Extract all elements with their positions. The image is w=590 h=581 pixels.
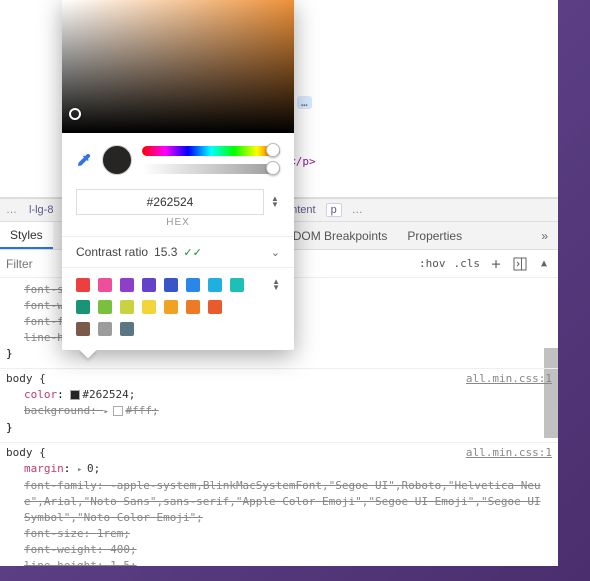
palette-swatch[interactable]: [76, 322, 90, 336]
palette-swatch[interactable]: [164, 278, 178, 292]
chevron-down-icon[interactable]: ⌄: [271, 246, 280, 259]
sidebar-toggle-icon[interactable]: [512, 256, 528, 272]
css-property[interactable]: font-family: [24, 479, 97, 492]
cls-button[interactable]: .cls: [454, 257, 481, 270]
alpha-thumb[interactable]: [266, 161, 280, 175]
css-property[interactable]: margin: [24, 462, 64, 475]
palette-swatch[interactable]: [76, 300, 90, 314]
expand-icon[interactable]: ▸: [77, 462, 87, 478]
color-picker: ▲▼ HEX Contrast ratio 15.3 ✓✓ ⌄ ▲▼: [62, 0, 294, 350]
palette-swatch[interactable]: [98, 322, 112, 336]
expand-icon[interactable]: ▸: [103, 404, 113, 420]
css-property[interactable]: font-size: [24, 527, 84, 540]
breadcrumb-more-right[interactable]: …: [346, 204, 369, 216]
palette-swatch[interactable]: [76, 278, 90, 292]
selected-indicator: …: [297, 96, 312, 109]
new-rule-button[interactable]: +: [488, 256, 504, 272]
current-color-swatch: [102, 145, 132, 175]
css-property[interactable]: color: [24, 388, 57, 401]
palette-swatch[interactable]: [98, 278, 112, 292]
hue-slider[interactable]: [142, 146, 280, 156]
saturation-cursor[interactable]: [69, 108, 81, 120]
css-rule: all.min.css:1 body { margin: ▸0; font-fa…: [0, 443, 558, 566]
palette-swatch[interactable]: [208, 300, 222, 314]
palette-swatch[interactable]: [120, 278, 134, 292]
color-palette: ▲▼: [62, 267, 294, 350]
palette-swatch[interactable]: [142, 300, 156, 314]
palette-swatch[interactable]: [142, 278, 156, 292]
hov-button[interactable]: :hov: [419, 257, 446, 270]
palette-swatch[interactable]: [230, 278, 244, 292]
tab-styles[interactable]: Styles: [0, 222, 53, 249]
hue-thumb[interactable]: [266, 143, 280, 157]
alpha-slider[interactable]: [142, 164, 280, 174]
tab-dom-breakpoints[interactable]: DOM Breakpoints: [283, 222, 398, 249]
css-value[interactable]: 0;: [87, 462, 100, 475]
palette-swatch[interactable]: [186, 300, 200, 314]
css-value[interactable]: 400;: [110, 543, 137, 556]
breadcrumb-current[interactable]: p: [326, 203, 342, 217]
css-value[interactable]: 1rem;: [97, 527, 130, 540]
palette-swatch[interactable]: [120, 322, 134, 336]
css-value[interactable]: -apple-system,BlinkMacSystemFont,"Segoe …: [24, 479, 541, 524]
contrast-row[interactable]: Contrast ratio 15.3 ✓✓ ⌄: [62, 236, 294, 267]
palette-swatch[interactable]: [208, 278, 222, 292]
breadcrumb-more-left[interactable]: …: [0, 204, 23, 216]
breadcrumb-item[interactable]: l-lg-8: [23, 204, 59, 216]
css-property[interactable]: font-weight: [24, 543, 97, 556]
css-rule: all.min.css:1 body { color: #262524; bac…: [0, 369, 558, 443]
palette-swatch[interactable]: [98, 300, 112, 314]
hex-label: HEX: [62, 217, 294, 236]
hex-input[interactable]: [76, 189, 264, 215]
source-link[interactable]: all.min.css:1: [466, 371, 552, 387]
saturation-area[interactable]: [62, 0, 294, 133]
format-switcher[interactable]: ▲▼: [270, 196, 280, 208]
color-swatch[interactable]: [70, 390, 80, 400]
contrast-pass-icon: ✓✓: [183, 246, 201, 259]
css-property[interactable]: line-height: [24, 559, 97, 566]
tab-properties[interactable]: Properties: [397, 222, 472, 249]
source-link[interactable]: all.min.css:1: [466, 445, 552, 461]
eyedropper-icon[interactable]: [76, 152, 92, 168]
css-value[interactable]: #262524;: [82, 388, 135, 401]
color-swatch[interactable]: [113, 406, 123, 416]
css-property[interactable]: background: [24, 404, 90, 417]
css-value[interactable]: #fff;: [125, 404, 158, 417]
contrast-value: 15.3: [154, 245, 177, 259]
collapse-icon[interactable]: ▲: [536, 256, 552, 272]
tabs-more-icon[interactable]: »: [531, 229, 558, 243]
contrast-label: Contrast ratio: [76, 245, 148, 259]
css-value[interactable]: 1.5;: [110, 559, 137, 566]
palette-switcher[interactable]: ▲▼: [272, 279, 280, 291]
palette-swatch[interactable]: [186, 278, 200, 292]
palette-swatch[interactable]: [120, 300, 134, 314]
palette-swatch[interactable]: [164, 300, 178, 314]
